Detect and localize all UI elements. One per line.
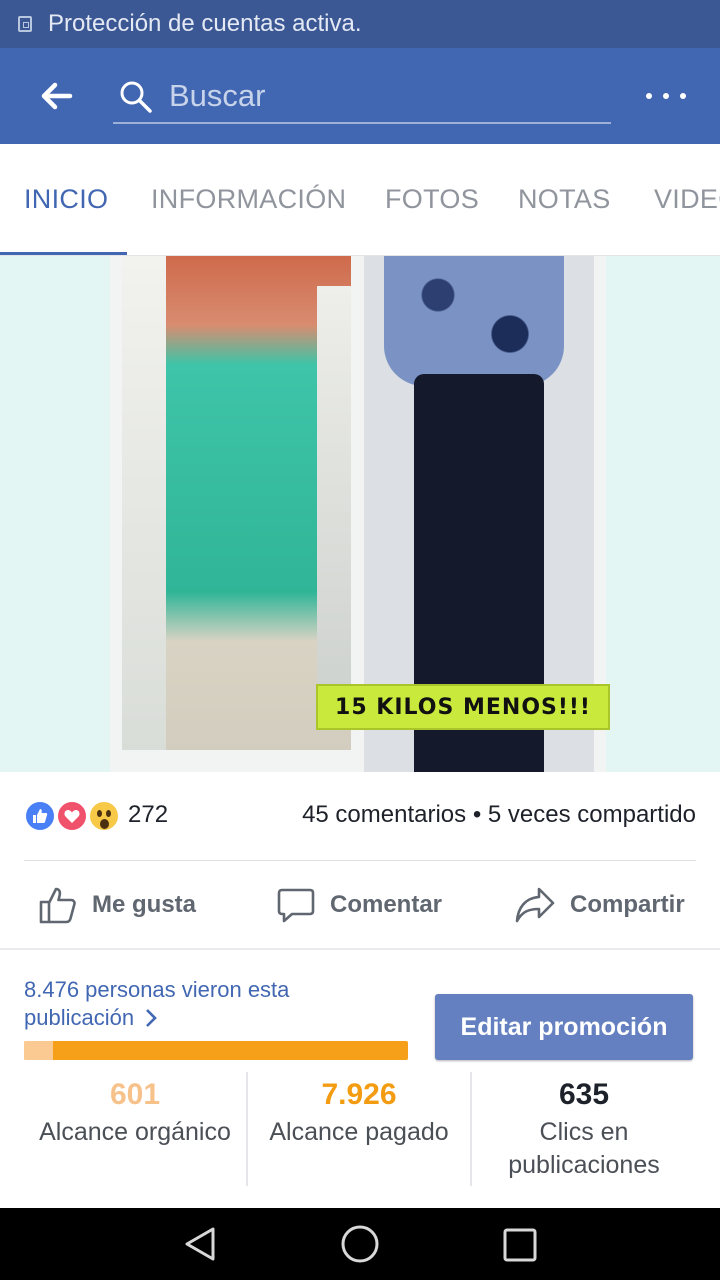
before-photo <box>122 256 351 750</box>
organic-reach-fill <box>24 1041 54 1060</box>
thumbs-up-icon <box>39 887 76 924</box>
edit-promotion-button[interactable]: Editar promoción <box>435 994 693 1060</box>
chevron-right-icon <box>146 1009 158 1027</box>
stat-paid-reach: 7.926 Alcance pagado <box>247 1074 471 1149</box>
status-text: Protección de cuentas activa. <box>48 10 362 37</box>
reactions-summary[interactable]: 272 45 comentarios • 5 veces compartido <box>24 796 696 836</box>
stat-value: 7.926 <box>321 1078 397 1111</box>
share-label: Compartir <box>570 891 685 918</box>
image-caption-sticker: 15 KILOS MENOS!!! <box>316 684 610 730</box>
stat-post-clicks: 635 Clics en publicaciones <box>472 1074 696 1182</box>
stat-value: 635 <box>558 1078 610 1111</box>
stat-label: Alcance pagado <box>269 1118 449 1146</box>
share-button[interactable]: Compartir <box>514 880 685 930</box>
stat-label: Clics en publicaciones <box>508 1118 660 1179</box>
tab-inicio[interactable]: INICIO <box>24 184 108 215</box>
system-nav-bar <box>0 1208 720 1280</box>
love-reaction-icon <box>56 800 88 832</box>
collage-photo: 15 KILOS MENOS!!! <box>110 256 610 772</box>
stat-label: Alcance orgánico <box>39 1118 231 1146</box>
tab-notas[interactable]: NOTAS <box>518 184 611 215</box>
stat-value: 601 <box>109 1078 161 1111</box>
nav-home-icon[interactable] <box>340 1224 380 1264</box>
search-header: Buscar <box>0 48 720 144</box>
people-saw-link[interactable]: 8.476 personas vieron esta publicación <box>24 976 404 1032</box>
reach-progress-bar <box>24 1041 408 1060</box>
like-button[interactable]: Me gusta <box>38 880 196 930</box>
comment-button[interactable]: Comentar <box>276 880 442 930</box>
search-placeholder: Buscar <box>169 78 266 113</box>
reaction-count: 272 <box>128 801 169 828</box>
divider <box>24 860 696 861</box>
reaction-icons <box>24 800 124 832</box>
share-arrow-icon <box>515 887 555 923</box>
nav-recents-icon[interactable] <box>502 1227 538 1263</box>
stat-organic-reach: 601 Alcance orgánico <box>23 1074 247 1149</box>
search-icon <box>120 81 152 113</box>
section-divider <box>0 948 720 950</box>
comment-bubble-icon <box>277 888 315 923</box>
tab-informacion[interactable]: INFORMACIÓN <box>151 184 346 215</box>
like-label: Me gusta <box>92 891 197 918</box>
image-caption-text: 15 KILOS MENOS!!! <box>335 694 591 720</box>
comment-label: Comentar <box>330 891 443 918</box>
like-reaction-icon <box>24 800 56 832</box>
comments-shares-count[interactable]: 45 comentarios • 5 veces compartido <box>302 801 696 829</box>
search-input[interactable]: Buscar <box>113 74 611 124</box>
tab-videos[interactable]: VIDEOS <box>654 184 720 215</box>
tab-fotos[interactable]: FOTOS <box>385 184 479 215</box>
page-tabs: INICIO INFORMACIÓN FOTOS NOTAS VIDEOS <box>0 144 720 256</box>
lock-icon <box>18 16 32 32</box>
post-image[interactable]: 15 KILOS MENOS!!! <box>0 256 720 772</box>
more-options-icon[interactable] <box>646 88 686 104</box>
back-arrow-icon[interactable] <box>38 78 74 114</box>
wow-reaction-icon <box>88 800 120 832</box>
status-bar: Protección de cuentas activa. <box>0 0 720 48</box>
nav-back-icon[interactable] <box>182 1225 220 1263</box>
